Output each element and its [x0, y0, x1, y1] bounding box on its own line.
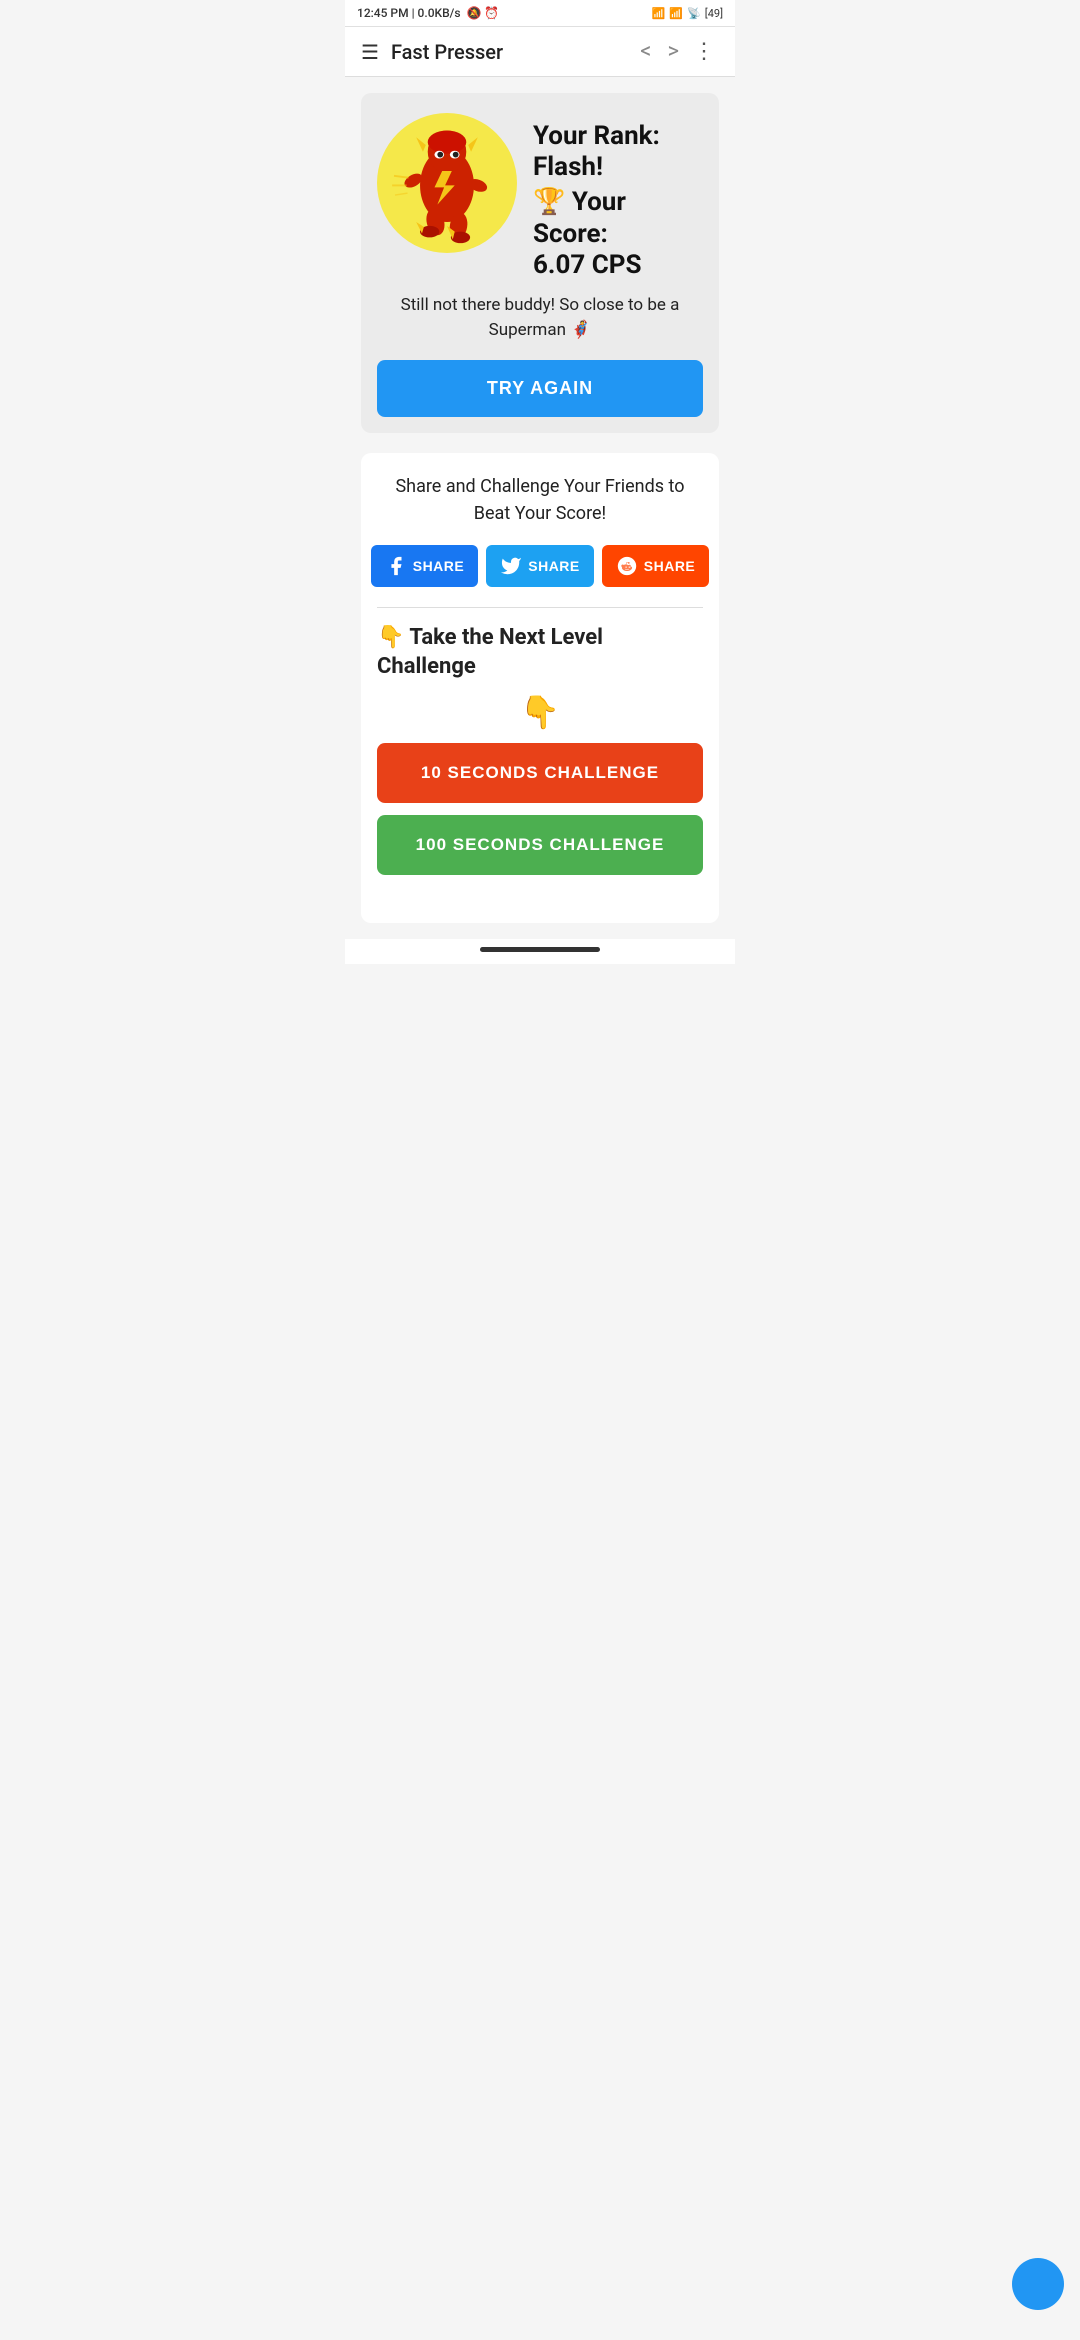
home-indicator-bar [345, 939, 735, 964]
status-bar: 12:45 PM | 0.0KB/s 🔕 ⏰ 📶 📶 📡 [49] [345, 0, 735, 27]
rank-info: Your Rank: Flash! 🏆 Your Score: 6.07 CPS [533, 113, 703, 281]
share-buttons: SHARE SHARE SHARE [377, 545, 703, 587]
fab-button[interactable] [1012, 2258, 1064, 2310]
main-content: Your Rank: Flash! 🏆 Your Score: 6.07 CPS… [345, 77, 735, 939]
share-section: Share and Challenge Your Friends to Beat… [361, 453, 719, 923]
facebook-icon [385, 555, 407, 577]
encouragement-text: Still not there buddy! So close to be a … [377, 293, 703, 344]
twitter-share-button[interactable]: SHARE [486, 545, 594, 587]
facebook-share-button[interactable]: SHARE [371, 545, 479, 587]
pointing-down-emoji: 👇 [377, 693, 703, 731]
section-divider [377, 607, 703, 608]
reddit-icon [616, 555, 638, 577]
next-challenge-section: 👇 Take the Next Level Challenge 👇 10 SEC… [377, 624, 703, 903]
battery-indicator: [49] [705, 7, 723, 20]
rank-label: Your Rank: Flash! [533, 121, 703, 183]
try-again-button[interactable]: TRY AGAIN [377, 360, 703, 417]
signal-icon-2: 📶 [669, 7, 683, 20]
twitter-icon [500, 555, 522, 577]
wifi-icon: 📡 [687, 7, 701, 20]
hundred-seconds-challenge-button[interactable]: 100 SECONDS CHALLENGE [377, 815, 703, 875]
flash-hero-image [387, 118, 507, 248]
forward-icon[interactable]: > [661, 37, 685, 66]
result-card: Your Rank: Flash! 🏆 Your Score: 6.07 CPS… [361, 93, 719, 433]
status-time-data: 12:45 PM | 0.0KB/s 🔕 ⏰ [357, 6, 499, 20]
more-options-icon[interactable]: ⋮ [689, 37, 719, 66]
rank-section: Your Rank: Flash! 🏆 Your Score: 6.07 CPS [377, 113, 703, 281]
home-indicator [480, 947, 600, 952]
signal-icon: 📶 [652, 7, 666, 20]
ten-seconds-challenge-button[interactable]: 10 SECONDS CHALLENGE [377, 743, 703, 803]
back-icon[interactable]: < [634, 37, 657, 66]
app-title: Fast Presser [391, 40, 622, 64]
hero-circle [377, 113, 517, 253]
hamburger-menu-icon[interactable]: ☰ [361, 40, 379, 64]
reddit-share-button[interactable]: SHARE [602, 545, 710, 587]
app-bar: ☰ Fast Presser < > ⋮ [345, 27, 735, 77]
next-challenge-title: 👇 Take the Next Level Challenge [377, 624, 703, 681]
share-text: Share and Challenge Your Friends to Beat… [377, 473, 703, 527]
status-right: 📶 📶 📡 [49] [652, 7, 723, 20]
nav-buttons: < > ⋮ [634, 37, 719, 66]
score-display: 🏆 Your Score: 6.07 CPS [533, 187, 703, 281]
